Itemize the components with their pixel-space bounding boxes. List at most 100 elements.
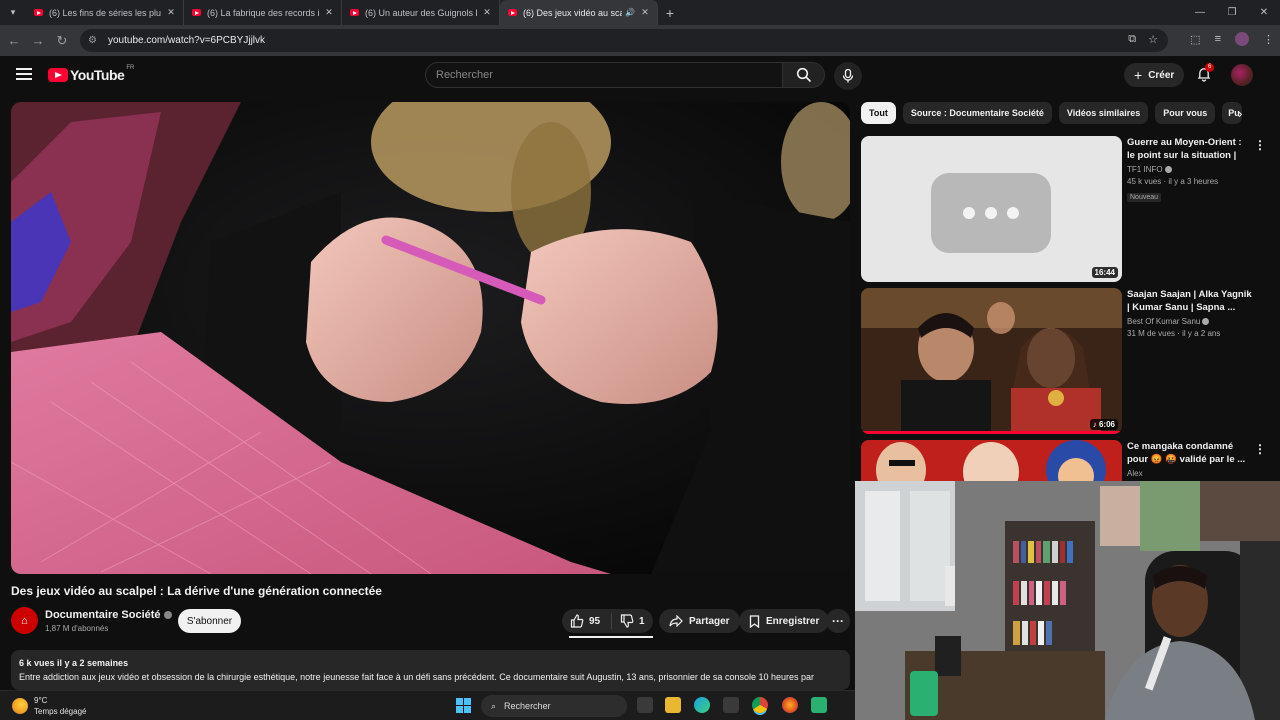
- close-window-icon[interactable]: ✕: [1248, 7, 1280, 18]
- webcam-scene: [855, 481, 1280, 720]
- verified-icon: [163, 611, 172, 620]
- audio-playing-icon[interactable]: 🔊: [625, 8, 635, 17]
- recommendation-channel[interactable]: TF1 INFO: [1127, 165, 1252, 174]
- profile-avatar[interactable]: [1235, 32, 1249, 46]
- task-view-icon[interactable]: [637, 697, 653, 713]
- bookmark-star-icon[interactable]: ☆: [1148, 33, 1158, 46]
- address-bar[interactable]: ⚙ youtube.com/watch?v=6PCBYJjjlvk ⧉ ☆: [80, 29, 1168, 52]
- tab-search-menu-button[interactable]: ▾: [0, 0, 26, 25]
- chip-similaires[interactable]: Vidéos similaires: [1058, 102, 1149, 124]
- forward-arrow-icon[interactable]: →: [26, 33, 50, 48]
- video-duration: ♪ 6:06: [1089, 419, 1118, 430]
- more-horizontal-icon: ···: [832, 614, 844, 628]
- tab-close-icon[interactable]: ✕: [639, 7, 651, 18]
- menu-hamburger-icon[interactable]: [16, 68, 32, 80]
- bollywood-thumbnail-art: [861, 288, 1122, 434]
- new-tab-button[interactable]: +: [658, 5, 682, 21]
- video-thumbnail[interactable]: 16:44: [861, 136, 1122, 282]
- chevron-right-icon[interactable]: ›: [1238, 106, 1242, 121]
- more-vertical-icon[interactable]: ⋮: [1254, 442, 1266, 456]
- dislike-button[interactable]: 1: [612, 614, 645, 628]
- verified-icon: [1202, 318, 1210, 326]
- browser-tab[interactable]: (6) La fabrique des records imp ✕: [184, 0, 342, 25]
- like-button[interactable]: 95: [562, 613, 612, 629]
- verified-icon: [1164, 166, 1172, 174]
- file-explorer-icon[interactable]: [665, 697, 681, 713]
- youtube-favicon-icon: [192, 9, 201, 16]
- search-icon: ⌕: [491, 700, 497, 711]
- channel-name[interactable]: Documentaire Société: [45, 609, 172, 621]
- share-button[interactable]: Partager: [659, 609, 740, 633]
- recommendation-channel[interactable]: Alex: [1127, 469, 1252, 478]
- browser-tab[interactable]: (6) Les fins de séries les plus W ✕: [26, 0, 184, 25]
- subscribe-button[interactable]: S'abonner: [178, 609, 241, 633]
- weather-widget[interactable]: 9°C Temps dégagé: [12, 695, 86, 717]
- thumbs-down-icon: [620, 614, 634, 628]
- browser-tab[interactable]: (6) Un auteur des Guignols bale ✕: [342, 0, 500, 25]
- share-icon: [669, 615, 683, 627]
- plus-icon: +: [1134, 67, 1143, 83]
- firefox-icon[interactable]: [782, 697, 798, 713]
- youtube-play-icon: [48, 68, 68, 82]
- recommendation-title[interactable]: Saajan Saajan | Alka Yagnik | Kumar Sanu…: [1127, 288, 1252, 314]
- tab-close-icon[interactable]: ✕: [481, 7, 493, 18]
- like-dislike-group: 95 1: [562, 609, 653, 633]
- app-icon[interactable]: [811, 697, 827, 713]
- tab-title: (6) La fabrique des records imp: [207, 7, 319, 18]
- more-actions-button[interactable]: ···: [826, 609, 850, 633]
- channel-avatar[interactable]: ⌂: [11, 607, 38, 634]
- reading-list-icon[interactable]: ≡: [1215, 33, 1221, 45]
- reload-icon[interactable]: ↻: [50, 33, 74, 49]
- search-input[interactable]: Rechercher: [425, 62, 783, 88]
- recommendation-title[interactable]: Guerre au Moyen-Orient : le point sur la…: [1127, 136, 1252, 162]
- video-duration: 16:44: [1091, 267, 1118, 278]
- youtube-logo[interactable]: YouTube FR: [48, 65, 134, 83]
- like-ratio-bar: [569, 636, 653, 638]
- video-player[interactable]: [11, 102, 850, 574]
- description-box[interactable]: 6 k vues il y a 2 semaines Entre addicti…: [11, 650, 850, 690]
- recommendation-channel[interactable]: Best Of Kumar Sanu: [1127, 317, 1252, 326]
- microphone-icon: [842, 69, 854, 83]
- store-icon[interactable]: [723, 697, 739, 713]
- extensions-icon[interactable]: ⬚: [1190, 33, 1200, 46]
- back-arrow-icon[interactable]: ←: [2, 33, 26, 48]
- create-button[interactable]: + Créer: [1124, 63, 1185, 87]
- tab-title: (6) Des jeux vidéo au scalpe: [523, 7, 622, 18]
- chrome-icon[interactable]: [752, 697, 768, 713]
- taskbar-search[interactable]: ⌕ Rechercher: [481, 695, 627, 717]
- tab-close-icon[interactable]: ✕: [323, 7, 335, 18]
- temperature: 9°C: [34, 696, 48, 705]
- chip-tout[interactable]: Tout: [861, 102, 896, 124]
- chip-source[interactable]: Source : Documentaire Société: [902, 102, 1052, 124]
- notifications-button[interactable]: 6: [1196, 63, 1215, 82]
- cast-icon[interactable]: ⧉: [1128, 33, 1136, 46]
- youtube-favicon-icon: [508, 9, 517, 16]
- window-controls: — ❐ ✕: [1184, 0, 1280, 25]
- tab-close-icon[interactable]: ✕: [165, 7, 177, 18]
- video-thumbnail[interactable]: ♪ 6:06: [861, 288, 1122, 434]
- browser-tab-active[interactable]: (6) Des jeux vidéo au scalpe 🔊 ✕: [500, 0, 658, 25]
- search-icon: [796, 67, 811, 83]
- recommendation-item[interactable]: Ce mangaka condamné pour 😡 🤬 validé par …: [861, 440, 1271, 481]
- browser-menu-icon[interactable]: ⋮: [1263, 33, 1274, 46]
- video-thumbnail[interactable]: [861, 440, 1122, 481]
- recommendation-title[interactable]: Ce mangaka condamné pour 😡 🤬 validé par …: [1127, 440, 1252, 466]
- windows-start-icon[interactable]: [456, 698, 471, 713]
- webcam-overlay: [855, 481, 1280, 720]
- more-vertical-icon[interactable]: ⋮: [1254, 138, 1266, 152]
- description-text: Entre addiction aux jeux vidéo et obsess…: [19, 672, 814, 682]
- minimize-icon[interactable]: —: [1184, 7, 1216, 18]
- url-text: youtube.com/watch?v=6PCBYJjjlvk: [108, 35, 266, 46]
- restore-icon[interactable]: ❐: [1216, 7, 1248, 18]
- site-info-icon[interactable]: ⚙: [88, 35, 102, 46]
- voice-search-button[interactable]: [834, 62, 862, 90]
- tab-title: (6) Les fins de séries les plus W: [49, 7, 161, 18]
- save-button[interactable]: Enregistrer: [739, 609, 830, 633]
- related-filter-chips: Tout Source : Documentaire Société Vidéo…: [861, 102, 1243, 124]
- placeholder-video-icon: [931, 173, 1051, 253]
- notification-count-badge: 6: [1205, 63, 1215, 72]
- chip-pour-vous[interactable]: Pour vous: [1155, 102, 1216, 124]
- account-avatar[interactable]: [1231, 64, 1253, 86]
- search-button[interactable]: [783, 62, 825, 88]
- edge-browser-icon[interactable]: [694, 697, 710, 713]
